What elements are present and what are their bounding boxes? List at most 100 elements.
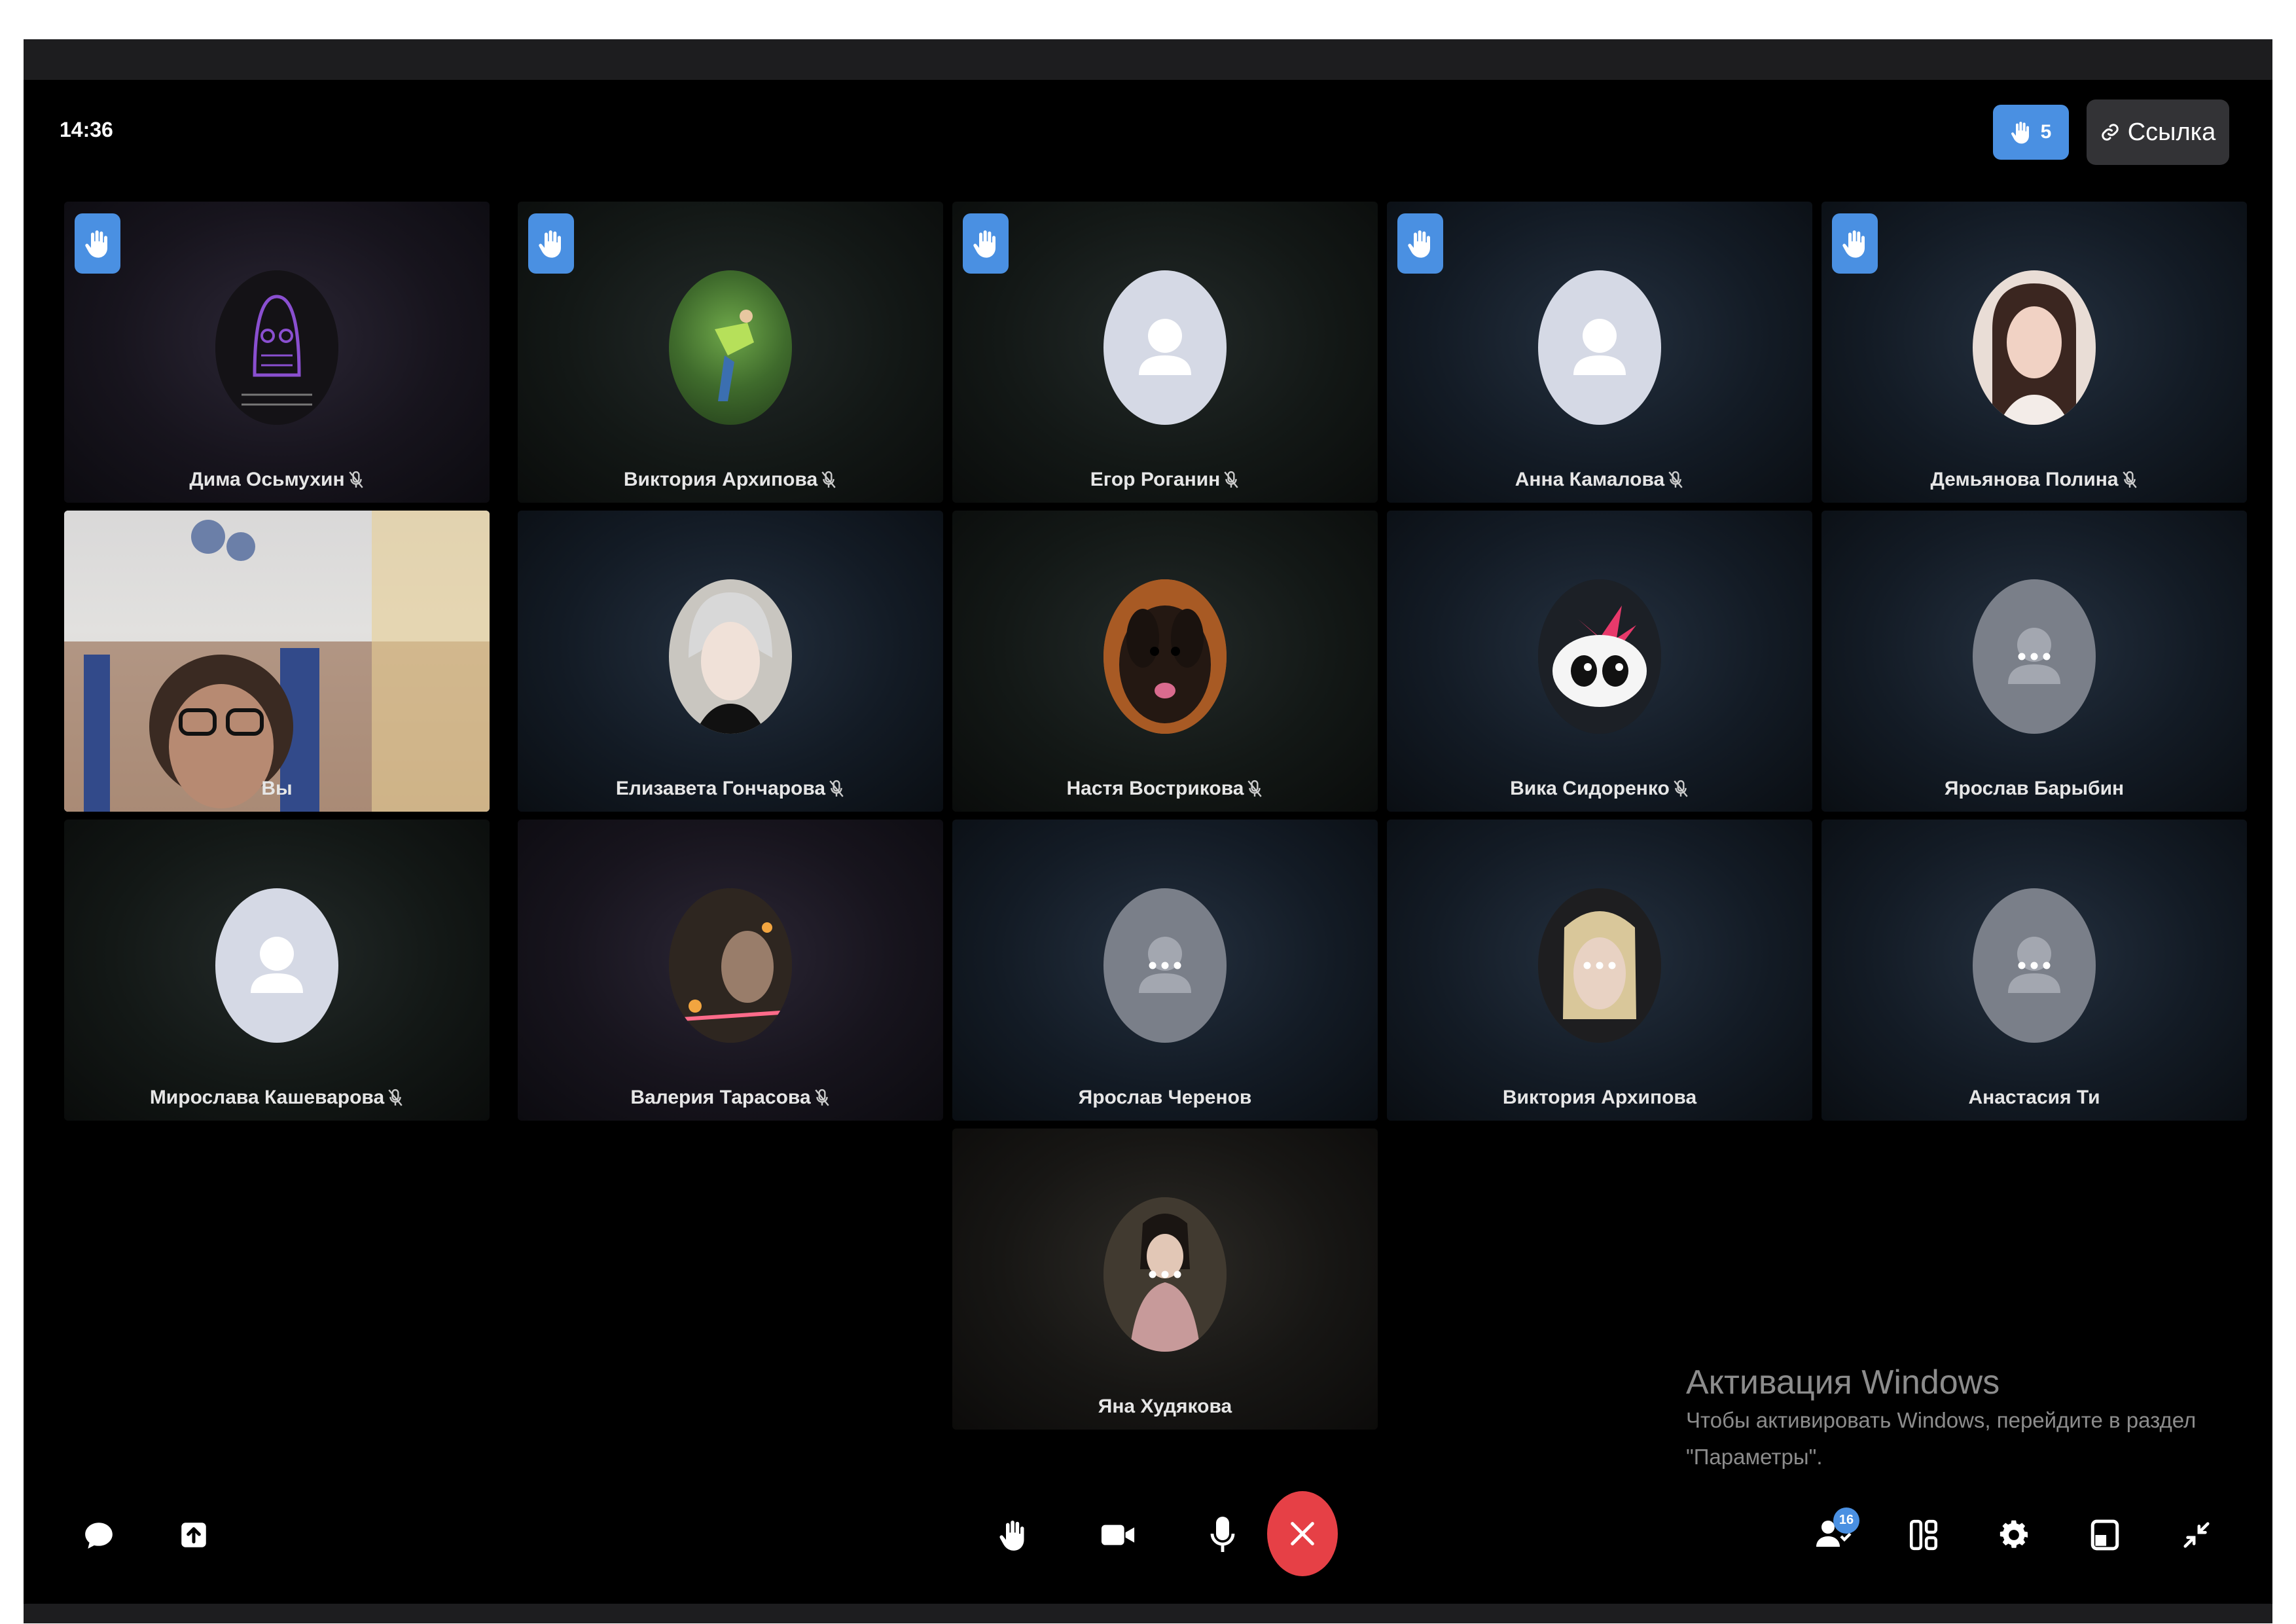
avatar-placeholder — [1973, 888, 2096, 1043]
connecting-indicator — [1583, 962, 1616, 969]
mic-off-icon — [829, 780, 844, 797]
participant-tile[interactable]: Ярослав Барыбин — [1821, 511, 2247, 812]
connecting-indicator — [1149, 1271, 1181, 1278]
participant-tile[interactable]: Вика Сидоренко — [1387, 511, 1812, 812]
raised-hand-icon — [85, 230, 107, 258]
raised-hand-icon — [539, 230, 561, 258]
participant-name: Ярослав Черенов — [1078, 1087, 1252, 1108]
person-icon — [1139, 319, 1191, 375]
avatar-placeholder — [1103, 270, 1227, 425]
picture-in-picture-icon — [2090, 1519, 2119, 1551]
avatar-placeholder — [215, 888, 338, 1043]
layout-button[interactable] — [1897, 1509, 1950, 1561]
avatar — [1103, 1197, 1227, 1352]
minimize-icon — [2183, 1522, 2210, 1548]
avatar — [215, 270, 338, 425]
avatar — [669, 888, 792, 1043]
participant-name: Настя Вострикова — [952, 778, 1378, 800]
mic-off-icon — [348, 471, 363, 488]
person-icon — [251, 937, 303, 993]
participant-name: Демьянова Полина — [1821, 469, 2247, 491]
participant-tile[interactable]: Анна Камалова — [1387, 202, 1812, 503]
camera-button[interactable] — [1092, 1509, 1144, 1561]
participant-name: Егор Роганин — [952, 469, 1378, 491]
raised-hands-counter[interactable]: 5 — [1993, 105, 2069, 160]
participant-tile[interactable]: Дима Осьмухин — [64, 202, 490, 503]
connecting-indicator — [2018, 962, 2051, 969]
participant-tile[interactable]: Виктория Архипова — [1387, 820, 1812, 1121]
participant-name: Валерия Тарасова — [518, 1087, 943, 1109]
participants-button[interactable]: 16 — [1807, 1507, 1859, 1561]
gear-icon — [2000, 1520, 2028, 1548]
picture-in-picture-button[interactable] — [2079, 1509, 2131, 1561]
avatar — [1538, 579, 1661, 734]
raised-hand-badge — [528, 213, 574, 274]
self-video-tile[interactable]: Вы — [64, 511, 490, 812]
raised-hand-icon — [2011, 122, 2029, 144]
close-icon — [1291, 1522, 1314, 1545]
avatar — [1973, 270, 2096, 425]
avatar-placeholder — [1103, 888, 1227, 1043]
participant-tile[interactable]: Егор Роганин — [952, 202, 1378, 503]
raised-hand-badge — [1397, 213, 1443, 274]
participant-tile[interactable]: Ярослав Черенов — [952, 820, 1378, 1121]
participant-name: Виктория Архипова — [518, 469, 943, 491]
raised-hand-badge — [75, 213, 120, 274]
mic-off-icon — [2122, 471, 2137, 488]
participant-name: Анастасия Ти — [1968, 1087, 2100, 1108]
participant-tile[interactable]: Яна Худякова — [952, 1128, 1378, 1430]
mic-off-icon — [1668, 471, 1683, 488]
mic-off-icon — [821, 471, 836, 488]
exit-fullscreen-button[interactable] — [2170, 1509, 2223, 1561]
microphone-icon — [1210, 1517, 1235, 1552]
link-icon — [2102, 124, 2119, 141]
participant-name: Вика Сидоренко — [1387, 778, 1812, 800]
video-call-window: 14:36 5 Ссылка Дима Осьмухин Виктория Ар… — [24, 39, 2272, 1623]
mic-off-icon — [388, 1089, 403, 1106]
participant-tile[interactable]: Мирослава Кашеварова — [64, 820, 490, 1121]
share-screen-button[interactable] — [171, 1512, 217, 1558]
raised-hand-badge — [963, 213, 1009, 274]
mic-off-icon — [1674, 780, 1688, 797]
avatar — [1538, 888, 1661, 1043]
participant-name: Вы — [261, 778, 293, 799]
participant-name: Виктория Архипова — [1502, 1087, 1697, 1108]
window-title-bar — [24, 39, 2272, 80]
settings-button[interactable] — [1988, 1509, 2040, 1561]
participant-tile[interactable]: Елизавета Гончарова — [518, 511, 943, 812]
raised-hand-icon — [999, 1521, 1024, 1551]
participant-tile[interactable]: Виктория Архипова — [518, 202, 943, 503]
avatar — [1103, 579, 1227, 734]
watermark-text: Чтобы активировать Windows, перейдите в … — [1686, 1408, 2197, 1469]
avatar — [669, 579, 792, 734]
avatar-placeholder — [1973, 579, 2096, 734]
windows-activation-watermark: Активация Windows Чтобы активировать Win… — [1686, 1363, 2249, 1475]
avatar — [669, 270, 792, 425]
participant-name: Елизавета Гончарова — [518, 778, 943, 800]
chat-icon — [85, 1523, 113, 1549]
participant-tile[interactable]: Настя Вострикова — [952, 511, 1378, 812]
raise-hand-button[interactable] — [987, 1509, 1039, 1561]
mic-off-icon — [1224, 471, 1238, 488]
participant-name: Яна Худякова — [1098, 1396, 1232, 1417]
video-camera-icon — [1101, 1525, 1135, 1545]
mic-off-icon — [814, 1089, 829, 1106]
mic-off-icon — [1247, 780, 1263, 797]
participant-tile[interactable]: Демьянова Полина — [1821, 202, 2247, 503]
participant-name: Дима Осьмухин — [64, 469, 490, 491]
avatar-placeholder — [1538, 270, 1661, 425]
participants-count-badge: 16 — [1833, 1507, 1859, 1534]
watermark-title: Активация Windows — [1686, 1363, 2000, 1401]
participant-tile[interactable]: Валерия Тарасова — [518, 820, 943, 1121]
participant-tile[interactable]: Анастасия Ти — [1821, 820, 2247, 1121]
raised-hands-count: 5 — [2040, 121, 2052, 143]
share-screen-icon — [181, 1523, 206, 1547]
end-call-button[interactable] — [1267, 1491, 1338, 1576]
raised-hand-badge — [1832, 213, 1878, 274]
participant-name: Анна Камалова — [1387, 469, 1812, 491]
window-bottom-edge — [24, 1604, 2272, 1623]
copy-link-button[interactable]: Ссылка — [2087, 99, 2229, 165]
chat-button[interactable] — [76, 1512, 122, 1558]
microphone-button[interactable] — [1196, 1509, 1249, 1561]
raised-hand-icon — [1408, 230, 1430, 258]
